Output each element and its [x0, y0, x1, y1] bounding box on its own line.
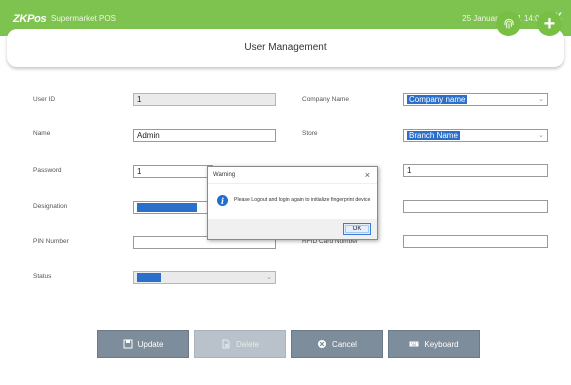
keyboard-button-label: Keyboard — [424, 339, 459, 349]
update-button[interactable]: Update — [97, 330, 189, 358]
dialog-message: Please Logout and login again to initial… — [234, 197, 371, 203]
pin-number-label: PIN Number — [33, 238, 69, 245]
status-selection — [137, 273, 161, 283]
app-logo: ZKPos — [13, 13, 47, 25]
cancel-icon — [318, 340, 327, 348]
warning-dialog: Warning × i Please Logout and login agai… — [207, 166, 378, 240]
page-title: User Management — [244, 42, 327, 53]
company-name-label: Company Name — [302, 96, 349, 103]
designation-label: Designation — [33, 203, 68, 210]
store-value: Branch Name — [407, 131, 460, 140]
cancel-button[interactable]: Cancel — [291, 330, 383, 358]
page-header: User Management — [7, 29, 564, 67]
user-id-label: User ID — [33, 96, 56, 103]
password-field[interactable]: 1 — [133, 165, 213, 178]
status-dropdown[interactable]: ⌄ — [133, 271, 276, 284]
name-field[interactable]: Admin — [133, 129, 276, 142]
info-icon: i — [217, 195, 228, 206]
delete-button-label: Delete — [235, 339, 260, 349]
right-field-3[interactable]: 1 — [403, 164, 548, 177]
keyboard-button[interactable]: Keyboard — [388, 330, 480, 358]
status-label: Status — [33, 273, 52, 280]
keyboard-icon — [409, 341, 419, 347]
fingerprint-icon — [503, 18, 514, 29]
company-name-value: Company name — [407, 95, 468, 104]
app-title: Supermarket POS — [51, 14, 116, 23]
dialog-ok-button[interactable]: OK — [343, 223, 371, 235]
password-label: Password — [33, 167, 62, 174]
right-field-4[interactable] — [403, 200, 548, 213]
chevron-down-icon: ⌄ — [266, 274, 272, 281]
chevron-down-icon: ⌄ — [538, 96, 544, 103]
rfid-card-field[interactable] — [403, 235, 548, 248]
dialog-footer: OK — [208, 219, 377, 239]
fingerprint-button[interactable] — [496, 11, 521, 36]
cancel-button-label: Cancel — [332, 339, 357, 349]
add-user-button[interactable]: + — [537, 11, 562, 36]
delete-icon — [222, 339, 230, 349]
store-dropdown[interactable]: Branch Name ⌄ — [403, 129, 548, 142]
delete-button[interactable]: Delete — [194, 330, 286, 358]
designation-dropdown[interactable] — [133, 201, 213, 214]
dialog-title: Warning — [213, 172, 236, 178]
store-label: Store — [302, 130, 318, 137]
update-button-label: Update — [137, 339, 164, 349]
user-id-field[interactable]: 1 — [133, 93, 276, 106]
company-name-dropdown[interactable]: Company name ⌄ — [403, 93, 548, 106]
name-label: Name — [33, 130, 51, 137]
plus-icon: + — [543, 12, 556, 35]
designation-selection — [137, 203, 197, 213]
chevron-down-icon: ⌄ — [538, 132, 544, 139]
dialog-close-button[interactable]: × — [365, 170, 370, 180]
save-icon — [123, 339, 133, 349]
